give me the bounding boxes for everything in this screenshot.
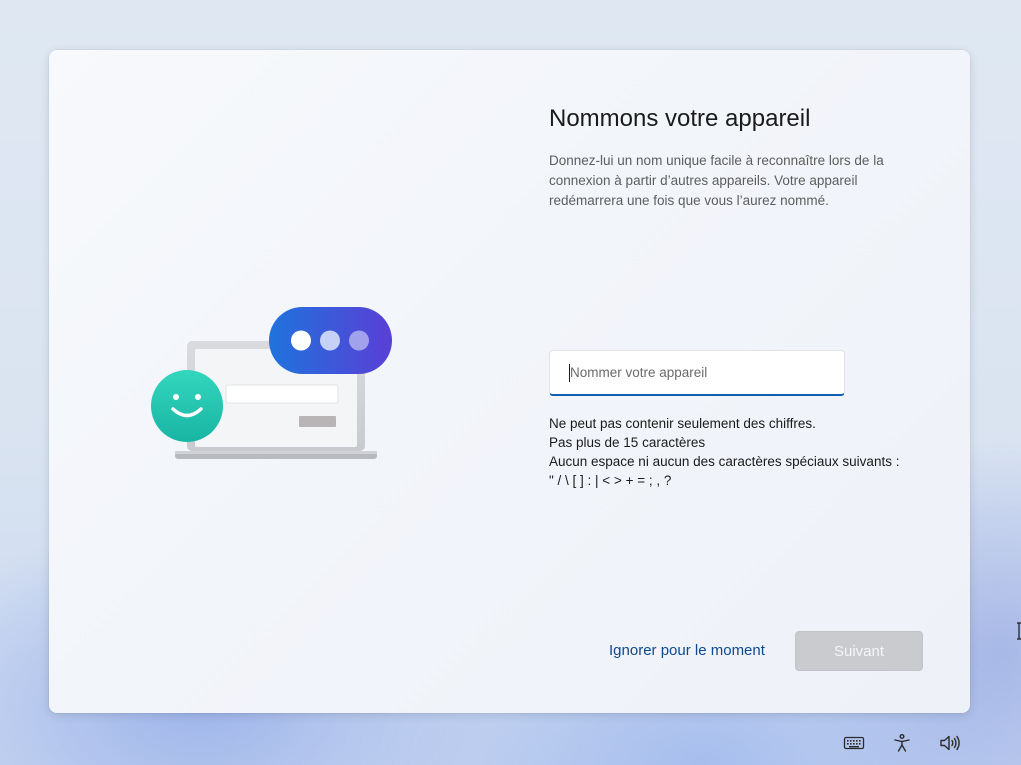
smiley-icon [151,370,223,442]
device-name-field[interactable] [549,350,845,396]
chat-bubble-icon [269,307,392,374]
next-button[interactable]: Suivant [795,631,923,671]
rule-item: Aucun espace ni aucun des caractères spé… [549,454,900,469]
mouse-cursor-icon [1017,622,1021,640]
device-name-input[interactable] [550,351,844,394]
keyboard-icon[interactable] [842,731,866,755]
device-illustration [151,307,392,459]
setup-dialog: Nommons votre appareil Donnez-lui un nom… [49,50,970,713]
naming-rules: Ne peut pas contenir seulement des chiff… [549,414,899,490]
accessibility-icon[interactable] [890,731,914,755]
text-caret [569,364,570,382]
rule-item: Ne peut pas contenir seulement des chiff… [549,416,816,431]
page-title: Nommons votre appareil [549,105,811,132]
rule-item: Pas plus de 15 caractères [549,435,706,450]
rule-item: " / \ [ ] : | < > + = ; , ? [549,473,672,488]
page-description: Donnez-lui un nom unique facile à reconn… [549,153,884,208]
volume-icon[interactable] [938,731,962,755]
skip-for-now-link[interactable]: Ignorer pour le moment [609,642,765,659]
